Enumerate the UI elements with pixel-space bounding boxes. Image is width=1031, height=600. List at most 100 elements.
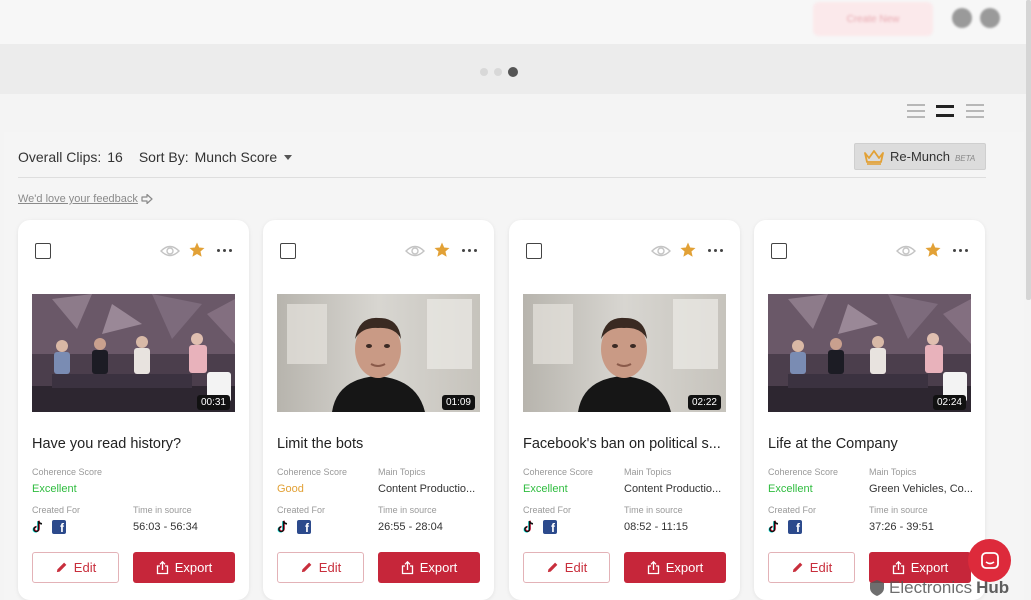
clip-thumbnail[interactable]: 02:24 — [768, 294, 971, 412]
card-view-toggle[interactable] — [936, 105, 954, 117]
eye-icon[interactable] — [896, 244, 916, 258]
pencil-icon — [547, 562, 558, 573]
chat-support-button[interactable] — [968, 539, 1011, 582]
user-avatar[interactable] — [980, 8, 1000, 28]
list-view-toggle[interactable] — [907, 104, 925, 118]
carousel-dot[interactable] — [494, 68, 502, 76]
clip-title[interactable]: Life at the Company — [768, 436, 973, 452]
tiktok-icon — [768, 520, 779, 533]
carousel-dot[interactable] — [480, 68, 488, 76]
facebook-icon: f — [543, 520, 557, 534]
export-label: Export — [174, 560, 213, 575]
clip-title[interactable]: Facebook's ban on political s... — [523, 436, 728, 452]
feedback-link[interactable]: We'd love your feedback — [18, 193, 153, 205]
clip-card[interactable]: 01:09 Limit the bots Coherence Score Goo… — [263, 220, 494, 600]
coherence-score-value: Good — [277, 483, 304, 495]
tiktok-icon — [523, 520, 534, 533]
select-checkbox[interactable] — [771, 243, 787, 259]
watermark-suffix: Hub — [976, 578, 1010, 597]
facebook-icon: f — [788, 520, 802, 534]
share-export-icon — [156, 560, 168, 574]
star-icon[interactable] — [433, 241, 451, 259]
clip-card[interactable]: 02:24 Life at the Company Coherence Scor… — [754, 220, 985, 600]
share-export-icon — [401, 560, 413, 574]
time-in-source-label: Time in source — [133, 505, 192, 515]
more-options-icon[interactable] — [462, 249, 477, 252]
select-checkbox[interactable] — [35, 243, 51, 259]
tiktok-icon — [277, 520, 288, 533]
scrollbar[interactable] — [1026, 0, 1031, 300]
created-for-label: Created For — [32, 505, 81, 515]
export-label: Export — [910, 560, 949, 575]
facebook-icon: f — [297, 520, 311, 534]
platform-icons: f — [32, 520, 66, 534]
chat-icon — [980, 551, 999, 569]
create-new-button[interactable]: Create New — [813, 2, 933, 36]
select-checkbox[interactable] — [526, 243, 542, 259]
clip-title[interactable]: Have you read history? — [32, 436, 237, 452]
coherence-score-value: Excellent — [32, 483, 77, 495]
created-for-label: Created For — [768, 505, 817, 515]
export-label: Export — [419, 560, 458, 575]
clip-title[interactable]: Limit the bots — [277, 436, 482, 452]
eye-icon[interactable] — [405, 244, 425, 258]
duration-badge: 02:24 — [932, 395, 966, 410]
main-topics-label: Main Topics — [869, 467, 917, 477]
platform-icons: f — [523, 520, 557, 534]
export-button[interactable]: Export — [133, 552, 235, 583]
eye-icon[interactable] — [651, 244, 671, 258]
compact-view-toggle[interactable] — [966, 104, 984, 118]
edit-label: Edit — [809, 560, 833, 575]
edit-button[interactable]: Edit — [768, 552, 855, 583]
divider — [18, 177, 986, 178]
shield-logo-icon — [870, 580, 884, 596]
coherence-score-value: Excellent — [768, 483, 813, 495]
more-options-icon[interactable] — [217, 249, 232, 252]
clip-card[interactable]: 02:22 Facebook's ban on political s... C… — [509, 220, 740, 600]
remunch-label: Re-Munch — [890, 149, 950, 164]
edit-label: Edit — [73, 560, 97, 575]
clip-thumbnail[interactable]: 02:22 — [523, 294, 726, 412]
overall-clips-label: Overall Clips: — [18, 149, 102, 165]
time-in-source-label: Time in source — [378, 505, 437, 515]
main-topics-label: Main Topics — [624, 467, 672, 477]
select-checkbox[interactable] — [280, 243, 296, 259]
tiktok-icon — [32, 520, 43, 533]
edit-button[interactable]: Edit — [32, 552, 119, 583]
clip-thumbnail[interactable]: 01:09 — [277, 294, 480, 412]
watermark-prefix: Electronics — [889, 578, 973, 597]
more-options-icon[interactable] — [708, 249, 723, 252]
star-icon[interactable] — [679, 241, 697, 259]
carousel-dot-active[interactable] — [508, 67, 518, 77]
star-icon[interactable] — [188, 241, 206, 259]
clip-thumbnail[interactable]: 00:31 — [32, 294, 235, 412]
carousel-dots — [480, 67, 518, 77]
clip-card[interactable]: 00:31 Have you read history? Coherence S… — [18, 220, 249, 600]
beta-badge: BETA — [954, 154, 976, 163]
coherence-score-value: Excellent — [523, 483, 568, 495]
more-options-icon[interactable] — [953, 249, 968, 252]
main-topics-label: Main Topics — [378, 467, 426, 477]
coherence-score-label: Coherence Score — [277, 467, 348, 477]
site-watermark: Electronics Hub — [869, 578, 1009, 598]
time-in-source-value: 26:55 - 28:04 — [378, 521, 443, 533]
remunch-button[interactable]: Re-Munch BETA — [854, 143, 986, 170]
export-label: Export — [665, 560, 704, 575]
chevron-down-icon — [284, 154, 293, 160]
sort-by-dropdown[interactable]: Munch Score — [194, 149, 293, 165]
time-in-source-label: Time in source — [869, 505, 928, 515]
sort-by-value: Munch Score — [194, 149, 278, 165]
arrow-right-icon — [141, 194, 153, 204]
export-button[interactable]: Export — [378, 552, 480, 583]
duration-badge: 00:31 — [196, 395, 230, 410]
edit-button[interactable]: Edit — [277, 552, 364, 583]
notification-avatar[interactable] — [952, 8, 972, 28]
coherence-score-label: Coherence Score — [768, 467, 839, 477]
created-for-label: Created For — [523, 505, 572, 515]
pencil-icon — [56, 562, 67, 573]
export-button[interactable]: Export — [624, 552, 726, 583]
edit-button[interactable]: Edit — [523, 552, 610, 583]
eye-icon[interactable] — [160, 244, 180, 258]
coherence-score-label: Coherence Score — [32, 467, 103, 477]
star-icon[interactable] — [924, 241, 942, 259]
